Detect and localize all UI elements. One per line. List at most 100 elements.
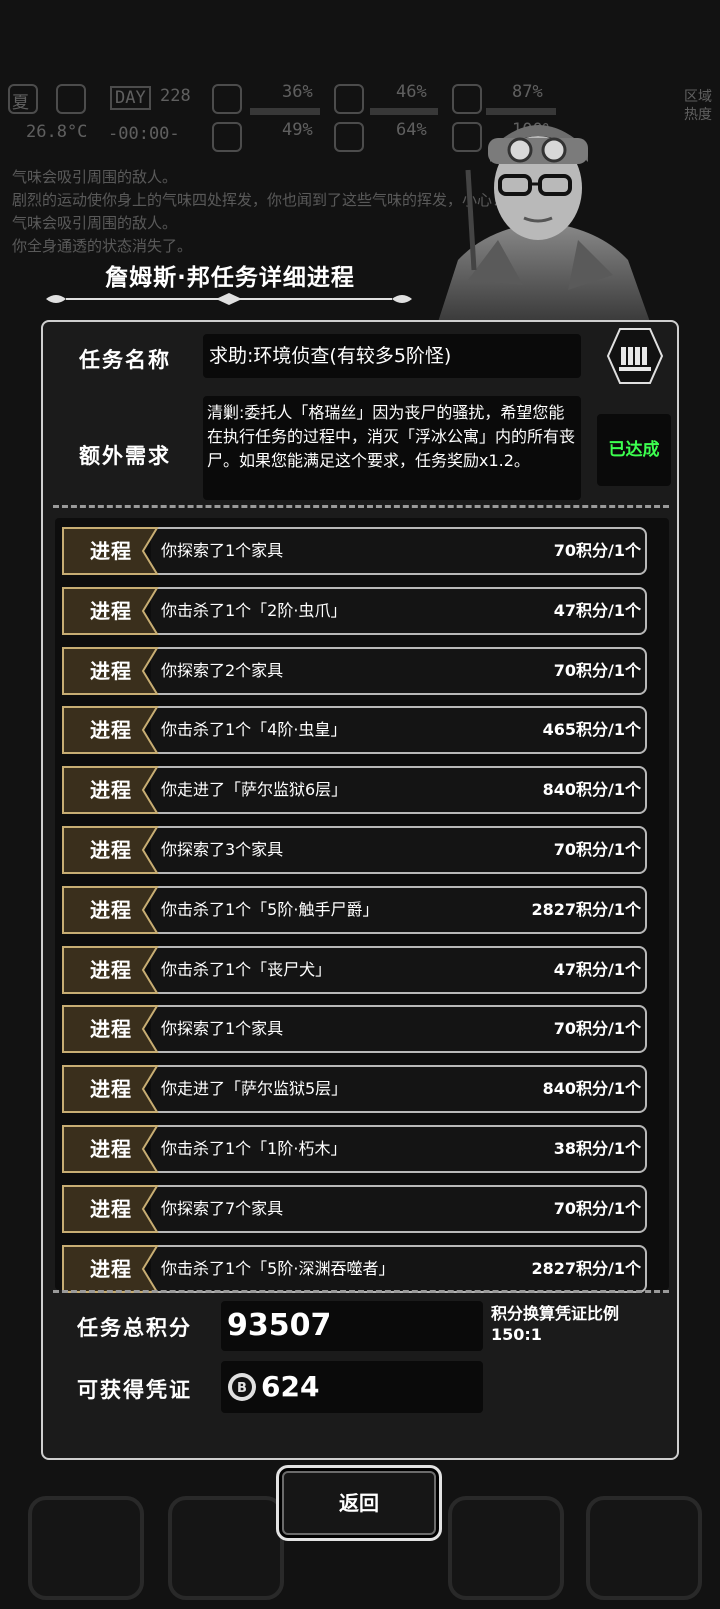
task-name-value: 求助:环境侦查(有较多5阶怪)	[203, 334, 581, 378]
progress-body: 你走进了「萨尔监狱5层」 840积分/1个	[151, 1065, 647, 1114]
progress-tag: 进程	[61, 765, 165, 815]
progress-score: 47积分/1个	[553, 600, 641, 620]
divider	[53, 505, 669, 508]
conversion-ratio-label: 积分换算凭证比例	[491, 1304, 620, 1323]
progress-tag-label: 进程	[90, 1137, 132, 1161]
progress-body: 你探索了3个家具 70积分/1个	[151, 826, 647, 874]
progress-body: 你击杀了1个「1阶·朽木」 38积分/1个	[151, 1125, 647, 1173]
day-number: 228	[160, 86, 191, 106]
progress-tag-label: 进程	[90, 1017, 132, 1042]
npc-portrait	[438, 125, 650, 322]
progress-score: 840积分/1个	[542, 1079, 641, 1099]
progress-score: 70积分/1个	[553, 660, 641, 680]
progress-description: 你探索了1个家具	[161, 1019, 284, 1039]
progress-tag: 进程	[61, 1244, 165, 1294]
progress-description: 你走进了「萨尔监狱6层」	[161, 780, 348, 800]
progress-tag: 进程	[61, 586, 165, 636]
progress-body: 你击杀了1个「2阶·虫爪」 47积分/1个	[151, 586, 647, 635]
progress-score: 840积分/1个	[542, 780, 641, 800]
progress-tag: 进程	[61, 646, 165, 696]
progress-description: 你探索了2个家具	[161, 660, 284, 680]
conversion-ratio: 积分换算凭证比例 150:1	[491, 1303, 619, 1345]
temperature: 26.8°C	[26, 122, 88, 142]
progress-tag: 进程	[61, 1184, 165, 1234]
clock: -00:00-	[108, 124, 180, 144]
shop-cart-icon	[448, 1496, 564, 1600]
task-name-label: 任务名称	[79, 348, 171, 372]
progress-tag: 进程	[61, 1004, 165, 1054]
conversion-ratio-value: 150:1	[491, 1325, 542, 1344]
extra-requirement-label: 额外需求	[79, 444, 171, 468]
progress-description: 你探索了3个家具	[161, 840, 284, 859]
voucher-box: B 624	[221, 1361, 483, 1413]
medkit-icon	[212, 84, 242, 114]
progress-tag-label: 进程	[90, 718, 132, 743]
progress-row: 你击杀了1个「5阶·深渊吞噬者」 2827积分/1个 进程	[61, 1244, 663, 1294]
progress-score: 70积分/1个	[553, 840, 641, 859]
progress-tag: 进程	[61, 1124, 165, 1174]
progress-description: 你击杀了1个「丧尸犬」	[161, 959, 332, 979]
stat-thirst: 64%	[396, 120, 427, 140]
progress-tag: 进程	[61, 705, 165, 755]
progress-description: 你击杀了1个「5阶·触手尸爵」	[161, 899, 379, 919]
svg-text:B: B	[237, 1381, 247, 1396]
total-score-label: 任务总积分	[77, 1316, 192, 1340]
progress-body: 你击杀了1个「5阶·深渊吞噬者」 2827积分/1个	[151, 1244, 647, 1293]
day-label: DAY	[110, 86, 151, 110]
progress-score: 47积分/1个	[553, 959, 641, 979]
menu-list-icon	[586, 1496, 702, 1600]
total-score-value: 93507	[221, 1301, 483, 1351]
water-drop-icon	[334, 122, 364, 152]
region-heat-label: 区域热度	[684, 89, 712, 123]
progress-body: 你走进了「萨尔监狱6层」 840积分/1个	[151, 766, 647, 815]
progress-tag: 进程	[61, 825, 165, 875]
progress-row: 你探索了1个家具 70积分/1个 进程	[61, 1004, 663, 1054]
progress-description: 你击杀了1个「5阶·深渊吞噬者」	[161, 1258, 395, 1278]
voucher-coin-icon: B	[228, 1373, 256, 1401]
progress-row: 你击杀了1个「2阶·虫爪」 47积分/1个 进程	[61, 586, 663, 636]
health-bar	[250, 108, 320, 115]
progress-row: 你击杀了1个「4阶·虫皇」 465积分/1个 进程	[61, 705, 663, 755]
back-button[interactable]: 返回	[276, 1465, 442, 1541]
title-ornament	[46, 293, 412, 305]
ammo-icon	[606, 328, 664, 384]
progress-tag-label: 进程	[90, 1077, 132, 1102]
extra-requirement-text: 清剿:委托人「格瑞丝」因为丧尸的骚扰，希望您能在执行任务的过程中，消灭「浮冰公寓…	[203, 396, 581, 500]
progress-tag: 进程	[61, 1064, 165, 1114]
progress-body: 你探索了1个家具 70积分/1个	[151, 527, 647, 575]
progress-tag: 进程	[61, 885, 165, 935]
progress-tag-label: 进程	[90, 957, 132, 982]
progress-body: 你击杀了1个「丧尸犬」 47积分/1个	[151, 945, 647, 994]
progress-tag-label: 进程	[90, 897, 132, 922]
requirement-status-badge: 已达成	[597, 414, 671, 486]
progress-body: 你探索了2个家具 70积分/1个	[151, 646, 647, 695]
progress-list[interactable]: 你探索了1个家具 70积分/1个 进程 你击杀了1个「2阶·虫爪」 47积分/1个 进程你…	[55, 518, 669, 1293]
progress-row: 你击杀了1个「5阶·触手尸爵」 2827积分/1个 进程	[61, 885, 663, 935]
progress-row: 你走进了「萨尔监狱6层」 840积分/1个 进程	[61, 765, 663, 815]
stat-sanity: 49%	[282, 120, 313, 140]
progress-description: 你击杀了1个「2阶·虫爪」	[161, 600, 347, 620]
progress-tag: 进程	[61, 945, 165, 995]
progress-description: 你走进了「萨尔监狱5层」	[161, 1079, 348, 1099]
progress-row: 你击杀了1个「丧尸犬」 47积分/1个 进程	[61, 945, 663, 995]
progress-tag-label: 进程	[90, 838, 132, 862]
progress-body: 你击杀了1个「4阶·虫皇」 465积分/1个	[151, 706, 647, 755]
progress-row: 你走进了「萨尔监狱5层」 840积分/1个 进程	[61, 1064, 663, 1114]
progress-row: 你击杀了1个「1阶·朽木」 38积分/1个 进程	[61, 1124, 663, 1174]
progress-description: 你探索了1个家具	[161, 541, 284, 560]
brain-skill-icon	[168, 1496, 284, 1600]
brain-icon	[212, 122, 242, 152]
progress-score: 2827积分/1个	[531, 899, 641, 919]
progress-description: 你探索了7个家具	[161, 1198, 284, 1218]
progress-score: 2827积分/1个	[531, 1258, 641, 1278]
progress-tag: 进程	[61, 526, 165, 576]
progress-tag-label: 进程	[90, 778, 132, 803]
progress-score: 38积分/1个	[553, 1139, 641, 1158]
moon-icon	[334, 84, 364, 114]
weather-cloud-icon	[56, 84, 86, 114]
page-title: 詹姆斯·邦任务详细进程	[105, 265, 355, 291]
progress-description: 你击杀了1个「1阶·朽木」	[161, 1139, 347, 1158]
progress-body: 你击杀了1个「5阶·触手尸爵」 2827积分/1个	[151, 885, 647, 934]
progress-row: 你探索了7个家具 70积分/1个 进程	[61, 1184, 663, 1234]
progress-row: 你探索了2个家具 70积分/1个 进程	[61, 646, 663, 696]
